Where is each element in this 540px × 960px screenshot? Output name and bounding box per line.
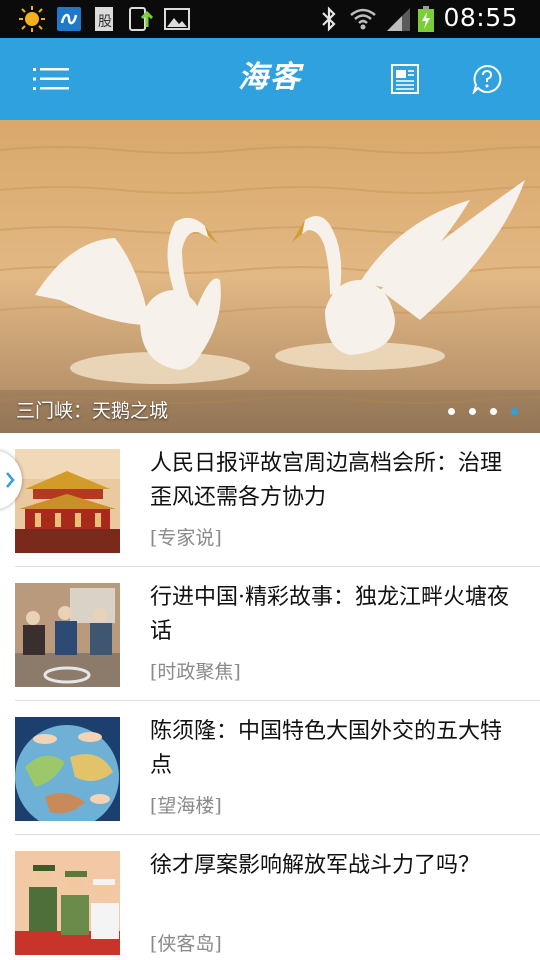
news-category-tag: [望海楼] [150, 795, 222, 817]
chevron-right-icon [6, 472, 15, 488]
app-header: 海客 [0, 38, 540, 120]
download-icon [129, 7, 154, 31]
news-category-tag: [时政聚焦] [150, 661, 241, 683]
stock-icon: 股 [95, 7, 113, 31]
app-notification-icon [57, 7, 81, 31]
news-title: 徐才厚案影响解放军战斗力了吗？ [150, 853, 481, 878]
carousel-dot[interactable] [490, 408, 497, 415]
help-icon [472, 64, 502, 94]
banner-carousel[interactable]: 三门峡：天鹅之城 [0, 120, 540, 433]
carousel-dot[interactable] [448, 408, 455, 415]
news-item[interactable]: 人民日报评故宫周边高档会所：治理歪风还需各方协力 [专家说] [0, 433, 540, 567]
svg-text:股: 股 [98, 14, 112, 30]
news-category-tag: [侠客岛] [150, 933, 222, 955]
wifi-icon [350, 8, 376, 30]
news-item[interactable]: 行进中国·精彩故事：独龙江畔火塘夜话 [时政聚焦] [0, 567, 540, 701]
news-title: 行进中国·精彩故事：独龙江畔火塘夜话 [150, 585, 509, 644]
bluetooth-icon [322, 6, 336, 32]
gallery-icon [164, 8, 190, 30]
newspaper-icon [391, 64, 419, 94]
news-thumbnail-palace [15, 449, 120, 553]
status-bar: 股 08:55 [0, 0, 540, 38]
signal-icon [387, 8, 410, 31]
news-item[interactable]: 徐才厚案影响解放军战斗力了吗？ [侠客岛] [0, 835, 540, 960]
carousel-indicators [448, 408, 518, 415]
weather-sun-icon [19, 6, 45, 32]
news-button[interactable] [384, 58, 426, 100]
news-thumbnail-villagers [15, 583, 120, 687]
carousel-dot[interactable] [469, 408, 476, 415]
news-item[interactable]: 陈须隆：中国特色大国外交的五大特点 [望海楼] [0, 701, 540, 835]
battery-charging-icon [418, 6, 434, 32]
news-title: 陈须隆：中国特色大国外交的五大特点 [150, 719, 503, 778]
news-category-tag: [专家说] [150, 527, 222, 549]
news-thumbnail-soldiers [15, 851, 120, 955]
banner-image-swans [0, 120, 540, 433]
help-button[interactable] [466, 58, 508, 100]
news-title: 人民日报评故宫周边高档会所：治理歪风还需各方协力 [150, 451, 503, 510]
clock-time: 08:55 [443, 3, 518, 32]
news-thumbnail-globe [15, 717, 120, 821]
carousel-dot-active[interactable] [511, 408, 518, 415]
app-title: 海客 [238, 60, 302, 95]
banner-caption: 三门峡：天鹅之城 [16, 400, 169, 422]
